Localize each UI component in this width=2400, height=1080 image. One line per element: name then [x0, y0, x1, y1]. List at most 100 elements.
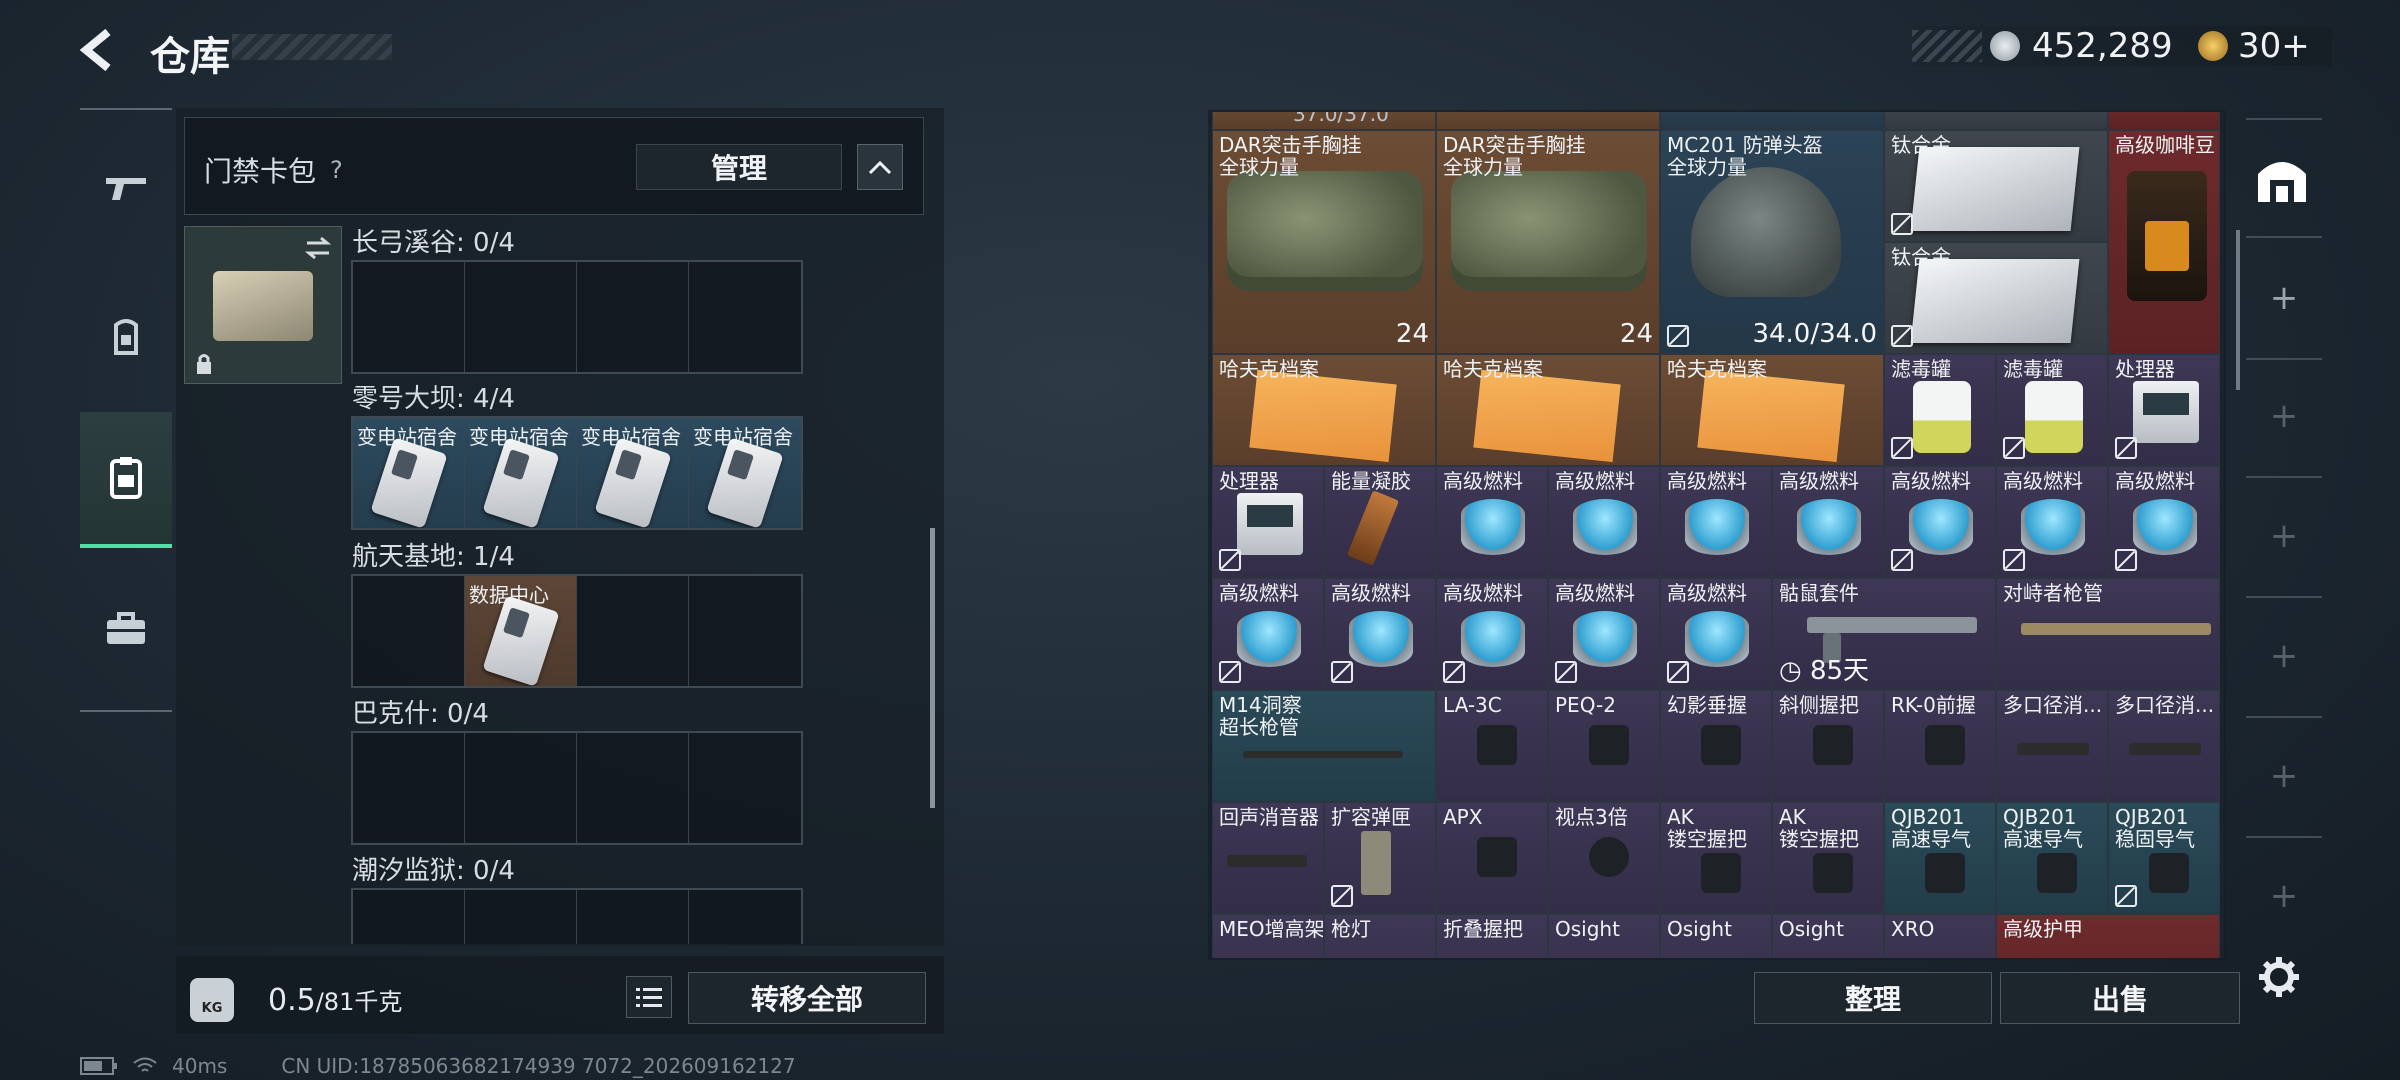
swap-icon[interactable] — [303, 235, 333, 261]
add-tab-plus-icon[interactable]: + — [2266, 638, 2302, 674]
grid-item[interactable]: 多口径消... — [1996, 690, 2108, 802]
grid-item[interactable]: Osight — [1660, 914, 1772, 958]
keycard-slot[interactable] — [353, 576, 465, 686]
grid-item[interactable]: QJB201 高速导气 — [1996, 802, 2108, 914]
grid-item[interactable]: 高级燃料 — [1212, 578, 1324, 690]
keycard-slot[interactable] — [353, 262, 465, 372]
grid-item[interactable]: 滤毒罐 — [1884, 354, 1996, 466]
grid-item[interactable]: 多口径消... — [2108, 690, 2220, 802]
keycard-slot[interactable] — [577, 262, 689, 372]
keycard-slot[interactable]: 数据中心 — [465, 576, 577, 686]
grid-item[interactable]: 高级护甲 — [1996, 914, 2220, 958]
grid-item[interactable] — [1436, 112, 1660, 130]
grid-item[interactable]: 哈夫克档案 — [1660, 354, 1884, 466]
keycard-scrollbar[interactable] — [930, 528, 935, 808]
keycard-slot[interactable] — [465, 890, 577, 944]
warehouse-scrollbar[interactable] — [2236, 230, 2240, 390]
grid-item[interactable]: DAR突击手胸挂 全球力量 24 — [1436, 130, 1660, 354]
help-icon[interactable]: ? — [330, 156, 343, 184]
grid-item[interactable]: 折叠握把 — [1436, 914, 1548, 958]
keycard-slot[interactable]: 变电站宿舍 — [465, 418, 577, 528]
grid-item[interactable] — [1884, 112, 2108, 130]
nav-equipment[interactable] — [80, 282, 172, 392]
grid-item[interactable]: 哈夫克档案 — [1436, 354, 1660, 466]
ticket-display[interactable]: 30+ — [2198, 26, 2310, 66]
keycard-slot[interactable] — [577, 576, 689, 686]
grid-item[interactable]: 高级燃料 — [1548, 466, 1660, 578]
keycard-slot[interactable] — [577, 733, 689, 843]
grid-item[interactable]: M14洞察 超长枪管 — [1212, 690, 1436, 802]
grid-item[interactable]: LA-3C — [1436, 690, 1548, 802]
currency-display[interactable]: 452,289 — [1990, 26, 2173, 66]
grid-item[interactable]: 能量凝胶 — [1324, 466, 1436, 578]
keycard-slot[interactable] — [465, 262, 577, 372]
grid-item[interactable]: 对峙者枪管 — [1996, 578, 2220, 690]
nav-toolbox[interactable] — [80, 574, 172, 684]
grid-item[interactable]: Osight — [1772, 914, 1884, 958]
keycard-slot[interactable] — [689, 576, 801, 686]
settings-gear-icon[interactable] — [2258, 956, 2300, 998]
grid-item[interactable]: 钛合金 — [1884, 130, 2108, 242]
grid-item[interactable]: RK-0前握 — [1884, 690, 1996, 802]
grid-item[interactable]: 钛合金 — [1884, 242, 2108, 354]
add-tab-plus-icon[interactable]: + — [2266, 758, 2302, 794]
keycard-slot[interactable] — [689, 262, 801, 372]
grid-item[interactable] — [1660, 112, 1884, 130]
grid-item[interactable]: MEO增高架 — [1212, 914, 1324, 958]
back-arrow-icon[interactable] — [78, 28, 122, 72]
grid-item[interactable]: 高级燃料 — [1660, 466, 1772, 578]
grid-item[interactable]: QJB201 稳固导气 — [2108, 802, 2220, 914]
grid-item[interactable]: 幻影垂握 — [1660, 690, 1772, 802]
add-tab-plus-icon[interactable]: + — [2266, 398, 2302, 434]
grid-item[interactable]: 哈夫克档案 — [1212, 354, 1436, 466]
grid-item[interactable]: MC201 防弹头盔 全球力量 34.0/34.0 — [1660, 130, 1884, 354]
grid-item[interactable]: 处理器 — [1212, 466, 1324, 578]
grid-item[interactable]: 高级燃料 — [1996, 466, 2108, 578]
keycard-slot[interactable]: 变电站宿舍 — [577, 418, 689, 528]
grid-item[interactable]: 高级燃料 — [1884, 466, 1996, 578]
grid-item[interactable]: DAR突击手胸挂 全球力量 24 — [1212, 130, 1436, 354]
grid-item[interactable]: 高级咖啡豆 — [2108, 130, 2220, 354]
keycard-slot[interactable] — [577, 890, 689, 944]
grid-item[interactable]: APX — [1436, 802, 1548, 914]
keycard-slot[interactable] — [689, 733, 801, 843]
grid-item[interactable]: 处理器 — [2108, 354, 2220, 466]
add-tab-plus-icon[interactable]: + — [2266, 518, 2302, 554]
list-view-button[interactable] — [626, 976, 672, 1018]
add-tab-plus-icon[interactable]: + — [2266, 878, 2302, 914]
keycard-slot[interactable]: 变电站宿舍 — [689, 418, 801, 528]
grid-item[interactable]: AK 镂空握把 — [1660, 802, 1772, 914]
grid-item[interactable]: 斜侧握把 — [1772, 690, 1884, 802]
keycard-slot[interactable] — [353, 733, 465, 843]
grid-item[interactable]: 视点3倍 — [1548, 802, 1660, 914]
grid-item[interactable]: 骷鼠套件 ◷ 85天 — [1772, 578, 1996, 690]
grid-item[interactable]: 扩容弹匣 — [1324, 802, 1436, 914]
grid-item[interactable]: 高级燃料 — [1324, 578, 1436, 690]
manage-button[interactable]: 管理 — [636, 144, 842, 190]
grid-item[interactable]: Osight — [1548, 914, 1660, 958]
nav-weapons[interactable] — [80, 132, 172, 242]
grid-item[interactable]: 高级燃料 — [2108, 466, 2220, 578]
grid-item[interactable]: 回声消音器 — [1212, 802, 1324, 914]
warehouse-tab-main[interactable] — [2254, 152, 2310, 208]
grid-item[interactable]: 高级燃料 — [1660, 578, 1772, 690]
keycard-slot[interactable] — [353, 890, 465, 944]
grid-item[interactable]: 滤毒罐 — [1996, 354, 2108, 466]
nav-keycards[interactable] — [80, 412, 172, 548]
keycard-slot[interactable] — [689, 890, 801, 944]
keycard-slot[interactable]: 变电站宿舍 — [353, 418, 465, 528]
keycard-slot[interactable] — [465, 733, 577, 843]
grid-item[interactable]: 高级燃料 — [1436, 578, 1548, 690]
grid-item[interactable] — [2108, 112, 2220, 130]
grid-item[interactable]: 高级燃料 — [1772, 466, 1884, 578]
add-tab-plus-icon[interactable]: + — [2266, 280, 2302, 316]
collapse-button[interactable] — [857, 144, 903, 190]
transfer-all-button[interactable]: 转移全部 — [688, 972, 926, 1024]
grid-item[interactable]: PEQ-2 — [1548, 690, 1660, 802]
sell-button[interactable]: 出售 — [2000, 972, 2240, 1024]
grid-item[interactable]: XRO — [1884, 914, 1996, 958]
grid-item[interactable]: 37.0/37.0 — [1212, 112, 1436, 130]
grid-item[interactable]: QJB201 高速导气 — [1884, 802, 1996, 914]
grid-item[interactable]: 枪灯 — [1324, 914, 1436, 958]
keycard-pack-item[interactable] — [184, 226, 342, 384]
